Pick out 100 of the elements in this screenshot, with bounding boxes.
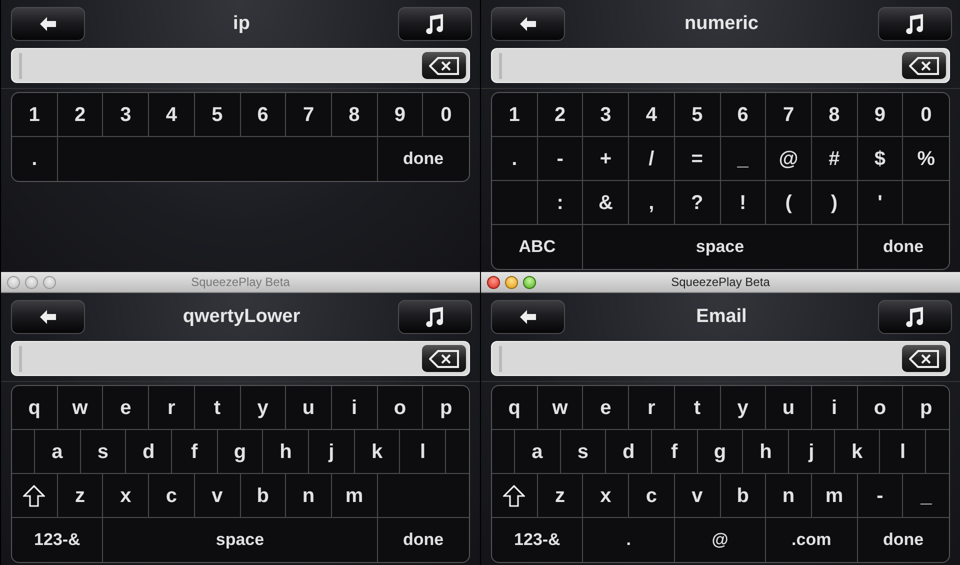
key-button[interactable]: ' (858, 181, 904, 224)
key-button[interactable]: h (263, 430, 310, 473)
key-button[interactable]: e (583, 386, 630, 429)
key-button[interactable]: i (812, 386, 858, 429)
key-button[interactable]: 3 (103, 93, 150, 136)
key-button[interactable]: done (378, 518, 469, 562)
key-button[interactable]: n (766, 474, 812, 517)
key-button[interactable]: n (286, 474, 332, 517)
key-button[interactable]: 0 (903, 93, 949, 136)
key-button[interactable]: , (629, 181, 675, 224)
key-button[interactable]: j (309, 430, 355, 473)
delete-button[interactable] (902, 52, 946, 79)
key-button[interactable]: h (743, 430, 790, 473)
space-key[interactable]: space (103, 518, 378, 562)
key-button[interactable]: : (538, 181, 584, 224)
key-button[interactable]: 5 (194, 93, 240, 136)
key-button[interactable]: .com (766, 518, 858, 562)
key-button[interactable]: w (58, 386, 104, 429)
key-button[interactable]: j (789, 430, 835, 473)
minimize-button[interactable] (505, 276, 518, 288)
back-button[interactable] (11, 7, 85, 41)
space-key[interactable]: space (583, 225, 858, 269)
key-button[interactable]: d (606, 430, 652, 473)
key-button[interactable]: m (812, 474, 858, 517)
key-button[interactable]: m (332, 474, 378, 517)
key-button[interactable]: a (514, 430, 561, 473)
key-button[interactable]: s (560, 430, 606, 473)
key-button[interactable]: 5 (674, 93, 720, 136)
key-button[interactable]: 123-& (492, 518, 584, 562)
key-button[interactable]: 6 (240, 93, 286, 136)
key-button[interactable]: i (332, 386, 378, 429)
key-button[interactable]: y (240, 386, 286, 429)
key-button[interactable]: @ (766, 137, 812, 180)
key-button[interactable]: $ (858, 137, 904, 180)
key-button[interactable]: u (766, 386, 812, 429)
key-button[interactable]: k (834, 430, 880, 473)
key-button[interactable]: done (858, 225, 949, 269)
key-button[interactable]: 2 (58, 93, 104, 136)
key-button[interactable]: r (149, 386, 195, 429)
key-button[interactable]: x (583, 474, 630, 517)
key-button[interactable]: 4 (629, 93, 675, 136)
key-button[interactable]: 123-& (12, 518, 104, 562)
close-button[interactable] (487, 276, 500, 288)
key-button[interactable]: 1 (492, 93, 538, 136)
now-playing-button[interactable] (878, 300, 952, 334)
delete-button[interactable] (902, 345, 946, 372)
key-button[interactable]: _ (903, 474, 949, 517)
key-button[interactable]: - (858, 474, 904, 517)
back-button[interactable] (11, 300, 85, 334)
key-button[interactable]: b (240, 474, 286, 517)
back-button[interactable] (491, 300, 565, 334)
key-button[interactable]: % (903, 137, 949, 180)
key-button[interactable]: & (583, 181, 630, 224)
key-button[interactable]: @ (674, 518, 766, 562)
key-button[interactable]: a (34, 430, 81, 473)
text-field[interactable] (491, 48, 950, 83)
key-button[interactable]: done (858, 518, 949, 562)
key-button[interactable]: + (583, 137, 630, 180)
key-button[interactable]: 6 (720, 93, 766, 136)
key-button[interactable]: l (400, 430, 446, 473)
delete-button[interactable] (422, 52, 466, 79)
now-playing-button[interactable] (878, 7, 952, 41)
key-button[interactable]: ABC (492, 225, 584, 269)
zoom-button[interactable] (523, 276, 536, 288)
key-button[interactable]: . (583, 518, 675, 562)
text-field[interactable] (491, 341, 950, 376)
key-button[interactable]: ? (674, 181, 720, 224)
key-button[interactable]: b (720, 474, 766, 517)
key-button[interactable]: g (218, 430, 264, 473)
key-button[interactable]: d (126, 430, 172, 473)
key-button[interactable]: p (903, 386, 949, 429)
key-button[interactable]: 1 (12, 93, 58, 136)
text-field[interactable] (11, 48, 470, 83)
key-button[interactable]: c (149, 474, 195, 517)
key-button[interactable]: u (286, 386, 332, 429)
key-button[interactable]: f (652, 430, 698, 473)
key-button[interactable]: 0 (423, 93, 469, 136)
key-button[interactable]: q (12, 386, 58, 429)
key-button[interactable]: t (194, 386, 240, 429)
key-button[interactable]: s (80, 430, 126, 473)
key-button[interactable]: g (698, 430, 744, 473)
key-button[interactable]: _ (720, 137, 766, 180)
key-button[interactable]: 9 (378, 93, 424, 136)
key-button[interactable]: 4 (149, 93, 195, 136)
key-button[interactable]: 9 (858, 93, 904, 136)
key-button[interactable]: . (12, 137, 58, 181)
key-button[interactable]: z (538, 474, 584, 517)
key-button[interactable]: ! (720, 181, 766, 224)
key-button[interactable]: c (629, 474, 675, 517)
key-button[interactable]: f (172, 430, 218, 473)
key-button[interactable]: e (103, 386, 150, 429)
key-button[interactable]: v (194, 474, 240, 517)
key-button[interactable]: z (58, 474, 104, 517)
key-button[interactable]: ( (766, 181, 812, 224)
key-button[interactable]: r (629, 386, 675, 429)
now-playing-button[interactable] (398, 7, 472, 41)
key-button[interactable]: 7 (286, 93, 332, 136)
key-button[interactable]: = (674, 137, 720, 180)
delete-button[interactable] (422, 345, 466, 372)
key-button[interactable]: 8 (332, 93, 378, 136)
